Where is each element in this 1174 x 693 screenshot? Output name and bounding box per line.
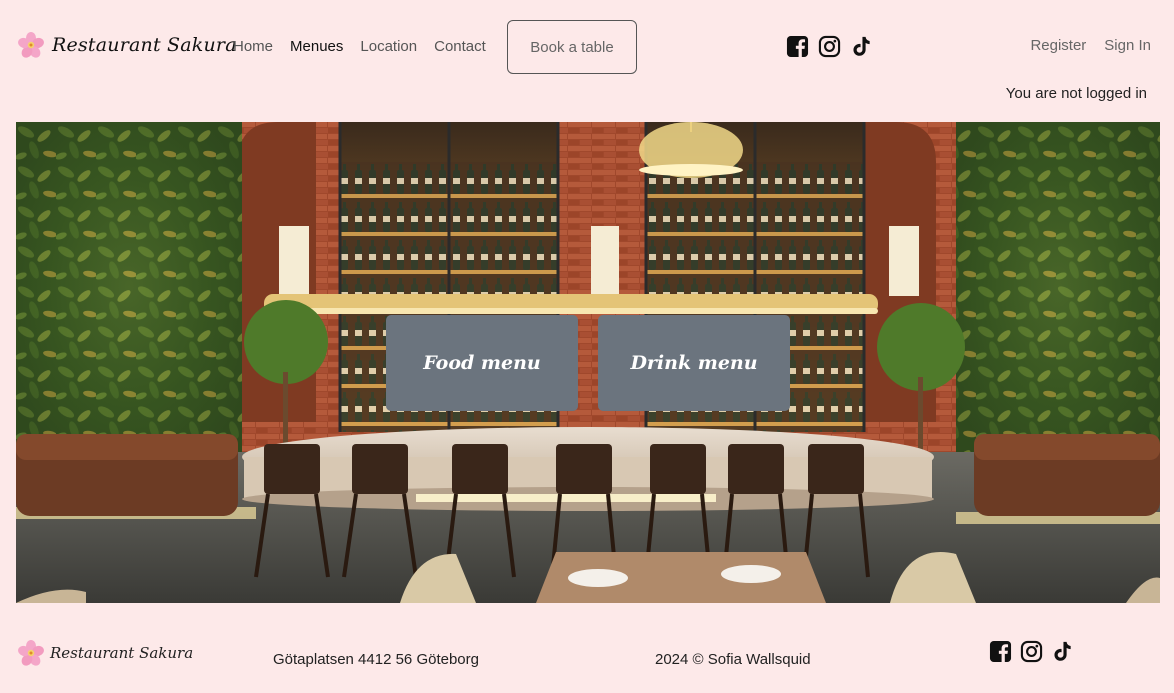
instagram-icon[interactable] [818, 35, 841, 58]
instagram-icon[interactable] [1020, 640, 1043, 663]
footer-brand-name: Restaurant Sakura [50, 644, 194, 662]
brand-link[interactable]: Restaurant Sakura [16, 32, 237, 58]
main-nav: Home Menues Location Contact [233, 37, 503, 57]
footer-brand: Restaurant Sakura [16, 640, 193, 666]
food-menu-button[interactable]: Food menu [386, 315, 578, 411]
register-link[interactable]: Register [1030, 37, 1086, 54]
nav-contact[interactable]: Contact [434, 37, 486, 57]
sakura-flower-icon [18, 640, 44, 666]
facebook-icon[interactable] [989, 640, 1012, 663]
brand-name: Restaurant Sakura [52, 34, 237, 56]
restaurant-interior-image [16, 122, 1160, 603]
footer-socials [989, 640, 1074, 663]
drink-menu-button[interactable]: Drink menu [598, 315, 790, 411]
tiktok-icon[interactable] [850, 35, 873, 58]
login-status: You are not logged in [1005, 85, 1147, 102]
header-socials [786, 35, 873, 58]
hero-section: Food menu Drink menu [16, 122, 1160, 603]
tiktok-icon[interactable] [1051, 640, 1074, 663]
footer-address: Götaplatsen 4412 56 Göteborg [273, 651, 479, 668]
footer-copyright: 2024 © Sofia Wallsquid [655, 651, 811, 668]
navbar: Restaurant Sakura Home Menues Location C… [0, 0, 1174, 112]
book-table-button[interactable]: Book a table [507, 20, 637, 74]
footer: Restaurant Sakura Götaplatsen 4412 56 Gö… [0, 603, 1174, 693]
facebook-icon[interactable] [786, 35, 809, 58]
auth-links: Register Sign In [1030, 37, 1151, 54]
nav-location[interactable]: Location [360, 37, 417, 57]
sign-in-link[interactable]: Sign In [1104, 37, 1151, 54]
nav-menues[interactable]: Menues [290, 37, 343, 57]
sakura-flower-icon [18, 32, 44, 58]
nav-home[interactable]: Home [233, 37, 273, 57]
